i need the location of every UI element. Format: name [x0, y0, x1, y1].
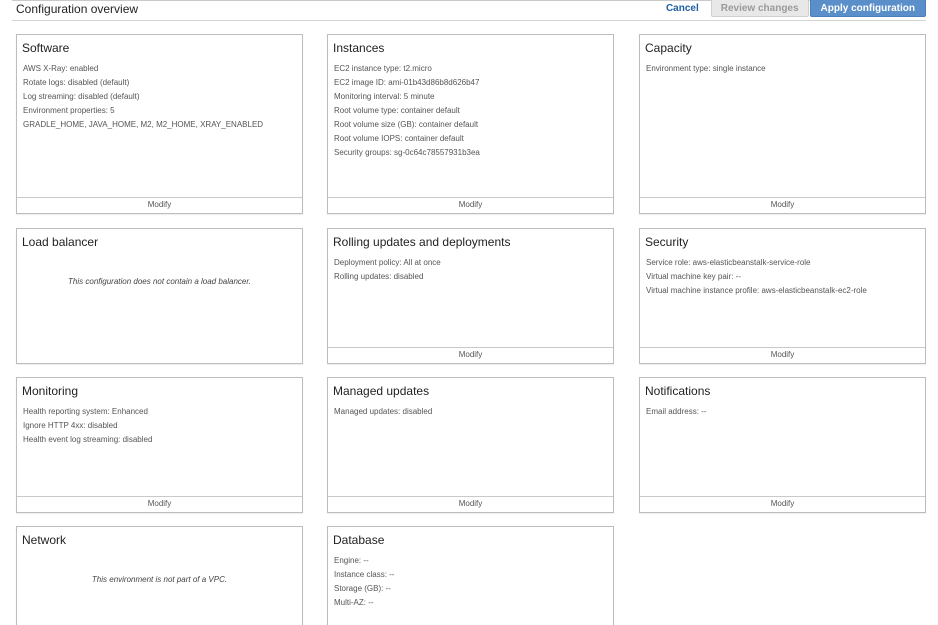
detail-line: Health event log streaming: disabled: [23, 435, 153, 444]
card-title: Monitoring: [22, 384, 79, 398]
card-note: This environment is not part of a VPC.: [91, 575, 228, 584]
card-notifications: Notifications Email address: -- Modify: [639, 377, 926, 513]
apply-configuration-button[interactable]: Apply configuration: [809, 0, 926, 17]
card-title: Software: [22, 41, 70, 55]
detail-line: Environment type: single instance: [646, 64, 766, 73]
detail-line: Rolling updates: disabled: [334, 272, 424, 281]
detail-line: Log streaming: disabled (default): [23, 92, 140, 101]
card-title: Capacity: [645, 41, 692, 55]
detail-line: Environment properties: 5: [23, 106, 115, 115]
card-title: Instances: [333, 41, 385, 55]
detail-line: Instance class: --: [334, 570, 395, 579]
card-network: Network This environment is not part of …: [16, 526, 303, 625]
detail-line: EC2 image ID: ami-01b43d86b8d626b47: [334, 78, 480, 87]
card-capacity: Capacity Environment type: single instan…: [639, 34, 926, 214]
card-details: Health reporting system: Enhanced Ignore…: [23, 407, 296, 449]
review-changes-button[interactable]: Review changes: [710, 0, 809, 17]
card-details: Deployment policy: All at once Rolling u…: [334, 258, 607, 286]
card-title: Rolling updates and deployments: [333, 235, 511, 249]
card-title: Network: [22, 533, 67, 547]
card-monitoring: Monitoring Health reporting system: Enha…: [16, 377, 303, 513]
header-actions: Cancel Review changes Apply configuratio…: [654, 0, 926, 17]
detail-line: Multi-AZ: --: [334, 598, 374, 607]
card-load-balancer: Load balancer This configuration does no…: [16, 228, 303, 364]
card-details: Environment type: single instance: [646, 64, 919, 78]
detail-line: Root volume IOPS: container default: [334, 134, 464, 143]
card-security: Security Service role: aws-elasticbeanst…: [639, 228, 926, 364]
detail-line: Rotate logs: disabled (default): [23, 78, 130, 87]
card-managed-updates: Managed updates Managed updates: disable…: [327, 377, 614, 513]
card-details: Engine: -- Instance class: -- Storage (G…: [334, 556, 607, 612]
card-details: Email address: --: [646, 407, 919, 421]
detail-line: Health reporting system: Enhanced: [23, 407, 148, 416]
page-header: Configuration overview Cancel Review cha…: [12, 0, 926, 21]
detail-line: Storage (GB): --: [334, 584, 391, 593]
detail-line: Security groups: sg-0c64c78557931b3ea: [334, 148, 480, 157]
detail-line: Email address: --: [646, 407, 707, 416]
managed-updates-modify-button[interactable]: Modify: [328, 496, 613, 512]
cancel-button[interactable]: Cancel: [654, 0, 711, 17]
card-title: Load balancer: [22, 235, 99, 249]
software-modify-button[interactable]: Modify: [17, 197, 302, 213]
detail-line: Service role: aws-elasticbeanstalk-servi…: [646, 258, 811, 267]
detail-line: Virtual machine key pair: --: [646, 272, 741, 281]
card-software: Software AWS X-Ray: enabled Rotate logs:…: [16, 34, 303, 214]
card-instances: Instances EC2 instance type: t2.micro EC…: [327, 34, 614, 214]
detail-line: Root volume size (GB): container default: [334, 120, 479, 129]
detail-line: Managed updates: disabled: [334, 407, 433, 416]
detail-line: EC2 instance type: t2.micro: [334, 64, 432, 73]
card-details: AWS X-Ray: enabled Rotate logs: disabled…: [23, 64, 296, 134]
monitoring-modify-button[interactable]: Modify: [17, 496, 302, 512]
card-note: This configuration does not contain a lo…: [68, 277, 251, 286]
card-title: Security: [645, 235, 689, 249]
card-title: Database: [333, 533, 385, 547]
detail-line: Engine: --: [334, 556, 369, 565]
detail-line: Deployment policy: All at once: [334, 258, 441, 267]
card-rolling-updates: Rolling updates and deployments Deployme…: [327, 228, 614, 364]
detail-line: AWS X-Ray: enabled: [23, 64, 99, 73]
rolling-updates-modify-button[interactable]: Modify: [328, 347, 613, 363]
security-modify-button[interactable]: Modify: [640, 347, 925, 363]
card-details: Service role: aws-elasticbeanstalk-servi…: [646, 258, 919, 300]
detail-line: Ignore HTTP 4xx: disabled: [23, 421, 118, 430]
page-title: Configuration overview: [16, 2, 139, 16]
instances-modify-button[interactable]: Modify: [328, 197, 613, 213]
card-title: Notifications: [645, 384, 711, 398]
card-database: Database Engine: -- Instance class: -- S…: [327, 526, 614, 625]
capacity-modify-button[interactable]: Modify: [640, 197, 925, 213]
detail-line: GRADLE_HOME, JAVA_HOME, M2, M2_HOME, XRA…: [23, 120, 264, 129]
notifications-modify-button[interactable]: Modify: [640, 496, 925, 512]
card-title: Managed updates: [333, 384, 430, 398]
card-details: EC2 instance type: t2.micro EC2 image ID…: [334, 64, 607, 162]
card-details: Managed updates: disabled: [334, 407, 607, 421]
detail-line: Virtual machine instance profile: aws-el…: [646, 286, 867, 295]
detail-line: Root volume type: container default: [334, 106, 460, 115]
detail-line: Monitoring interval: 5 minute: [334, 92, 435, 101]
